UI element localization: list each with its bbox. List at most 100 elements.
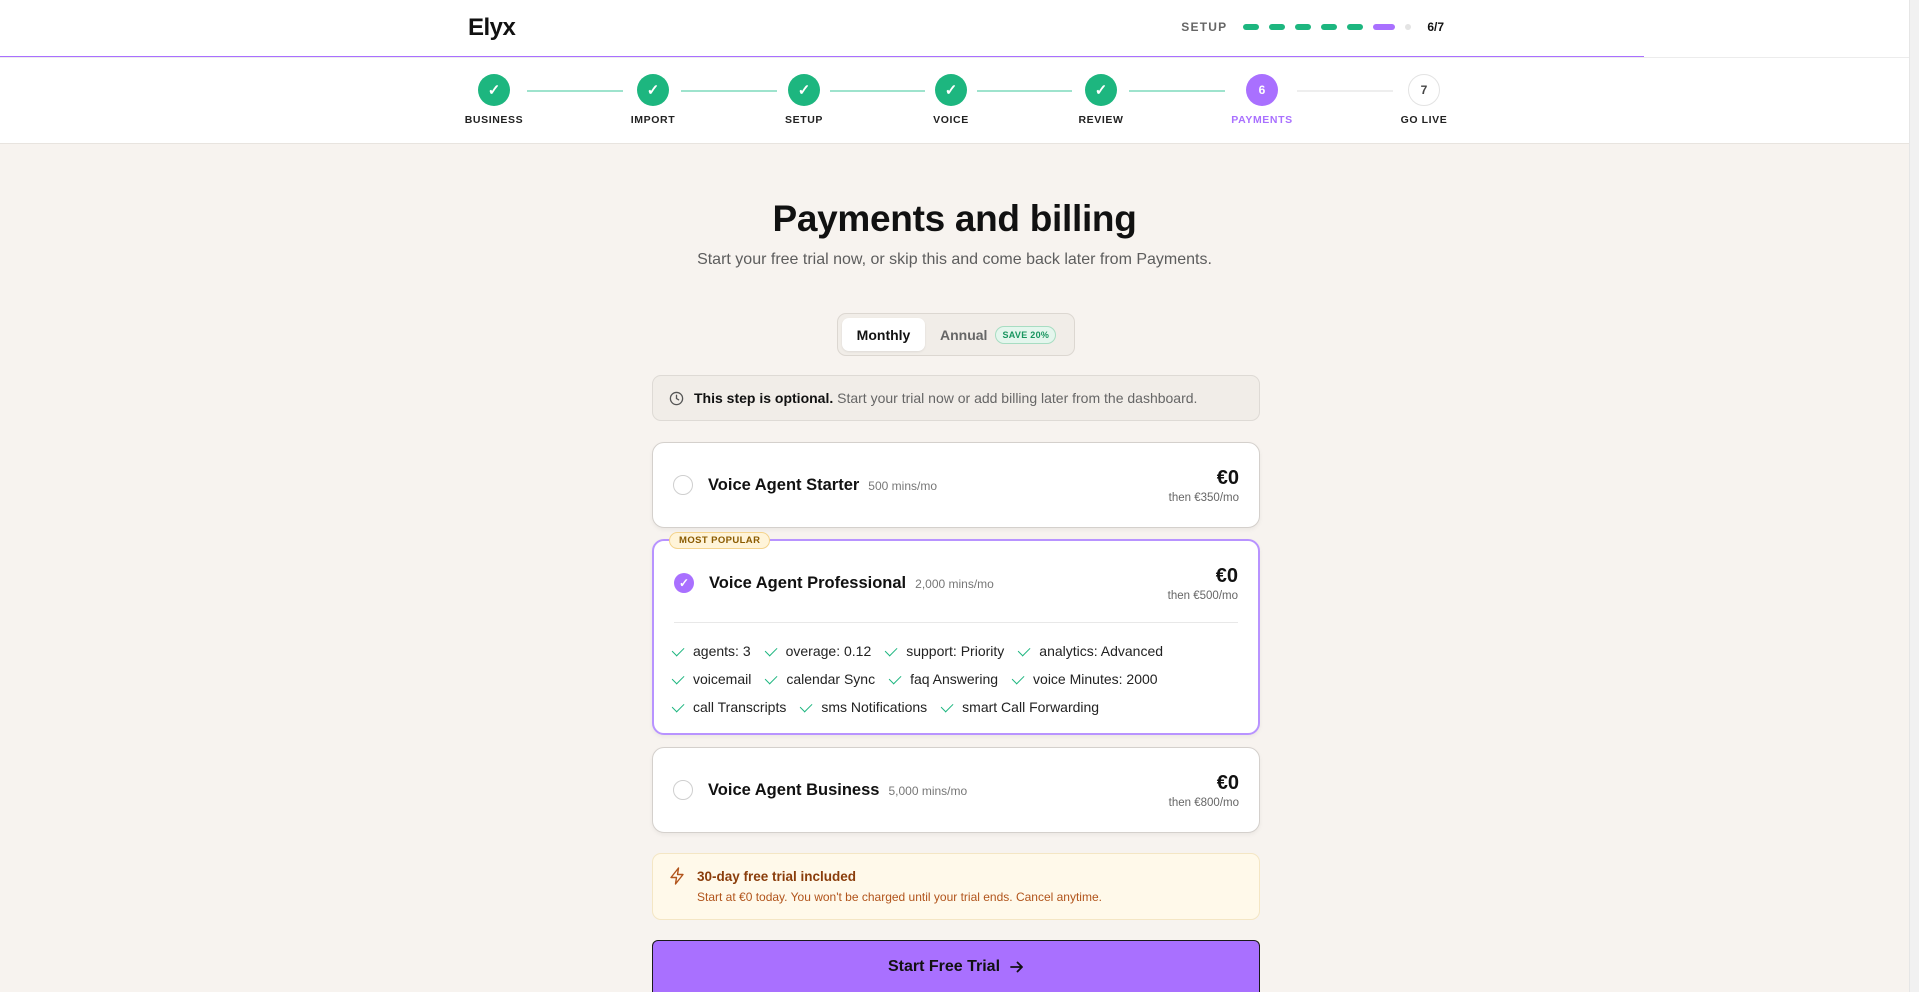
feature-row: agents: 3 overage: 0.12 support: Priorit… [671, 637, 1238, 665]
step-import[interactable]: ✓ IMPORT [608, 74, 698, 126]
step-label: SETUP [784, 114, 823, 126]
free-trial-notice: 30-day free trial included Start at €0 t… [652, 853, 1260, 920]
setup-count: 6/7 [1427, 20, 1444, 34]
plan-minutes: 2,000 mins/mo [915, 577, 994, 591]
page-title: Payments and billing [772, 198, 1137, 239]
feature-item: agents: 3 [671, 643, 751, 659]
step-indicator: ✓ BUSINESS ✓ IMPORT ✓ SETUP ✓ VOICE ✓ RE… [0, 58, 1909, 144]
step-number: 7 [1408, 74, 1440, 106]
optional-notice: This step is optional. Start your trial … [652, 375, 1260, 421]
step-label: BUSINESS [464, 114, 524, 126]
price-then: then €500/mo [1167, 589, 1238, 602]
plan-radio[interactable] [673, 475, 693, 495]
check-icon [765, 671, 778, 684]
step-number: 6 [1246, 74, 1278, 106]
plan-name: Voice Agent Professional [709, 573, 907, 592]
check-icon [940, 699, 954, 712]
step-label: GO LIVE [1400, 114, 1448, 126]
plan-price: €0 then €350/mo [1169, 467, 1239, 504]
brand-logo[interactable]: Elyx [468, 14, 516, 42]
feature-label: overage: 0.12 [785, 643, 872, 659]
progress-segment [1347, 24, 1364, 30]
step-label: PAYMENTS [1231, 114, 1293, 126]
trial-text: Start at €0 today. You won't be charged … [697, 890, 1102, 904]
feature-item: voicemail [671, 671, 752, 687]
feature-item: sms Notifications [800, 699, 928, 715]
feature-item: voice Minutes: 2000 [1011, 671, 1158, 687]
feature-label: voice Minutes: 2000 [1033, 671, 1158, 687]
check-icon: ✓ [637, 74, 669, 106]
feature-row: call Transcripts sms Notifications smart… [671, 693, 1238, 721]
feature-label: sms Notifications [821, 699, 928, 715]
progress-segment [1243, 24, 1260, 30]
feature-row: voicemail calendar Sync faq Answering vo… [671, 665, 1238, 693]
setup-label: SETUP [1181, 20, 1228, 34]
progress-segment-todo [1405, 24, 1412, 30]
cta-label: Start Free Trial [887, 957, 1001, 975]
plan-radio[interactable] [673, 780, 693, 800]
feature-label: faq Answering [910, 671, 999, 687]
plan-price: €0 then €800/mo [1169, 772, 1239, 809]
optional-bold: This step is optional. [694, 390, 834, 406]
step-setup[interactable]: ✓ SETUP [759, 74, 849, 126]
feature-label: agents: 3 [693, 643, 751, 659]
check-icon [1018, 643, 1031, 656]
plan-radio-checked[interactable]: ✓ [674, 573, 694, 593]
plan-card-starter[interactable]: Voice Agent Starter 500 mins/mo €0 then … [652, 442, 1260, 528]
feature-item: calendar Sync [765, 671, 875, 687]
progress-segment [1269, 24, 1286, 30]
lightning-icon [670, 867, 684, 885]
check-icon [800, 699, 813, 712]
setup-progress: SETUP 6/7 [1181, 20, 1444, 34]
trial-title: 30-day free trial included [697, 869, 857, 884]
optional-desc: Start your trial now or add billing late… [837, 390, 1198, 406]
feature-item: analytics: Advanced [1018, 643, 1164, 659]
price-amount: €0 [1216, 466, 1239, 489]
feature-label: analytics: Advanced [1039, 643, 1164, 659]
save-badge: SAVE 20% [995, 325, 1057, 344]
plan-name: Voice Agent Business [708, 780, 880, 799]
annual-toggle-button[interactable]: Annual SAVE 20% [925, 318, 1057, 351]
check-icon: ✓ [788, 74, 820, 106]
feature-label: smart Call Forwarding [962, 699, 1100, 715]
feature-item: faq Answering [888, 671, 999, 687]
plan-minutes: 5,000 mins/mo [888, 784, 968, 798]
step-review[interactable]: ✓ REVIEW [1056, 74, 1146, 126]
page-subtitle: Start your free trial now, or skip this … [697, 251, 1212, 268]
price-amount: €0 [1215, 564, 1238, 587]
arrow-right-icon [1010, 961, 1023, 972]
billing-period-toggle: Monthly Annual SAVE 20% [837, 313, 1075, 356]
feature-label: call Transcripts [693, 699, 787, 715]
start-free-trial-button[interactable]: Start Free Trial [652, 940, 1260, 992]
plan-minutes: 500 mins/mo [868, 479, 937, 493]
step-label: IMPORT [630, 114, 676, 126]
monthly-toggle-button[interactable]: Monthly [842, 318, 925, 351]
plan-card-business[interactable]: Voice Agent Business 5,000 mins/mo €0 th… [652, 747, 1260, 833]
step-payments[interactable]: 6 PAYMENTS [1217, 74, 1307, 126]
check-icon [884, 643, 898, 656]
optional-text: This step is optional. Start your trial … [694, 390, 1197, 406]
check-icon: ✓ [935, 74, 967, 106]
step-business[interactable]: ✓ BUSINESS [449, 74, 539, 126]
feature-item: smart Call Forwarding [940, 699, 1100, 715]
step-go-live[interactable]: 7 GO LIVE [1379, 74, 1469, 126]
feature-item: call Transcripts [671, 699, 787, 715]
plan-card-professional[interactable]: MOST POPULAR ✓ Voice Agent Professional … [652, 532, 1260, 735]
step-voice[interactable]: ✓ VOICE [906, 74, 996, 126]
plan-price: €0 then €500/mo [1168, 565, 1238, 602]
check-icon [671, 671, 685, 684]
top-bar: Elyx SETUP 6/7 [0, 0, 1909, 57]
feature-label: support: Priority [906, 643, 1005, 659]
price-amount: €0 [1216, 771, 1239, 794]
feature-label: voicemail [693, 671, 752, 687]
check-icon [888, 671, 902, 684]
check-icon: ✓ [478, 74, 510, 106]
check-icon: ✓ [678, 576, 690, 590]
page-scrollbar[interactable] [1909, 0, 1919, 992]
feature-item: overage: 0.12 [764, 643, 872, 659]
progress-segment [1295, 24, 1312, 30]
check-icon [671, 643, 685, 656]
step-label: REVIEW [1078, 114, 1124, 126]
price-then: then €800/mo [1168, 796, 1239, 809]
feature-item: support: Priority [884, 643, 1005, 659]
